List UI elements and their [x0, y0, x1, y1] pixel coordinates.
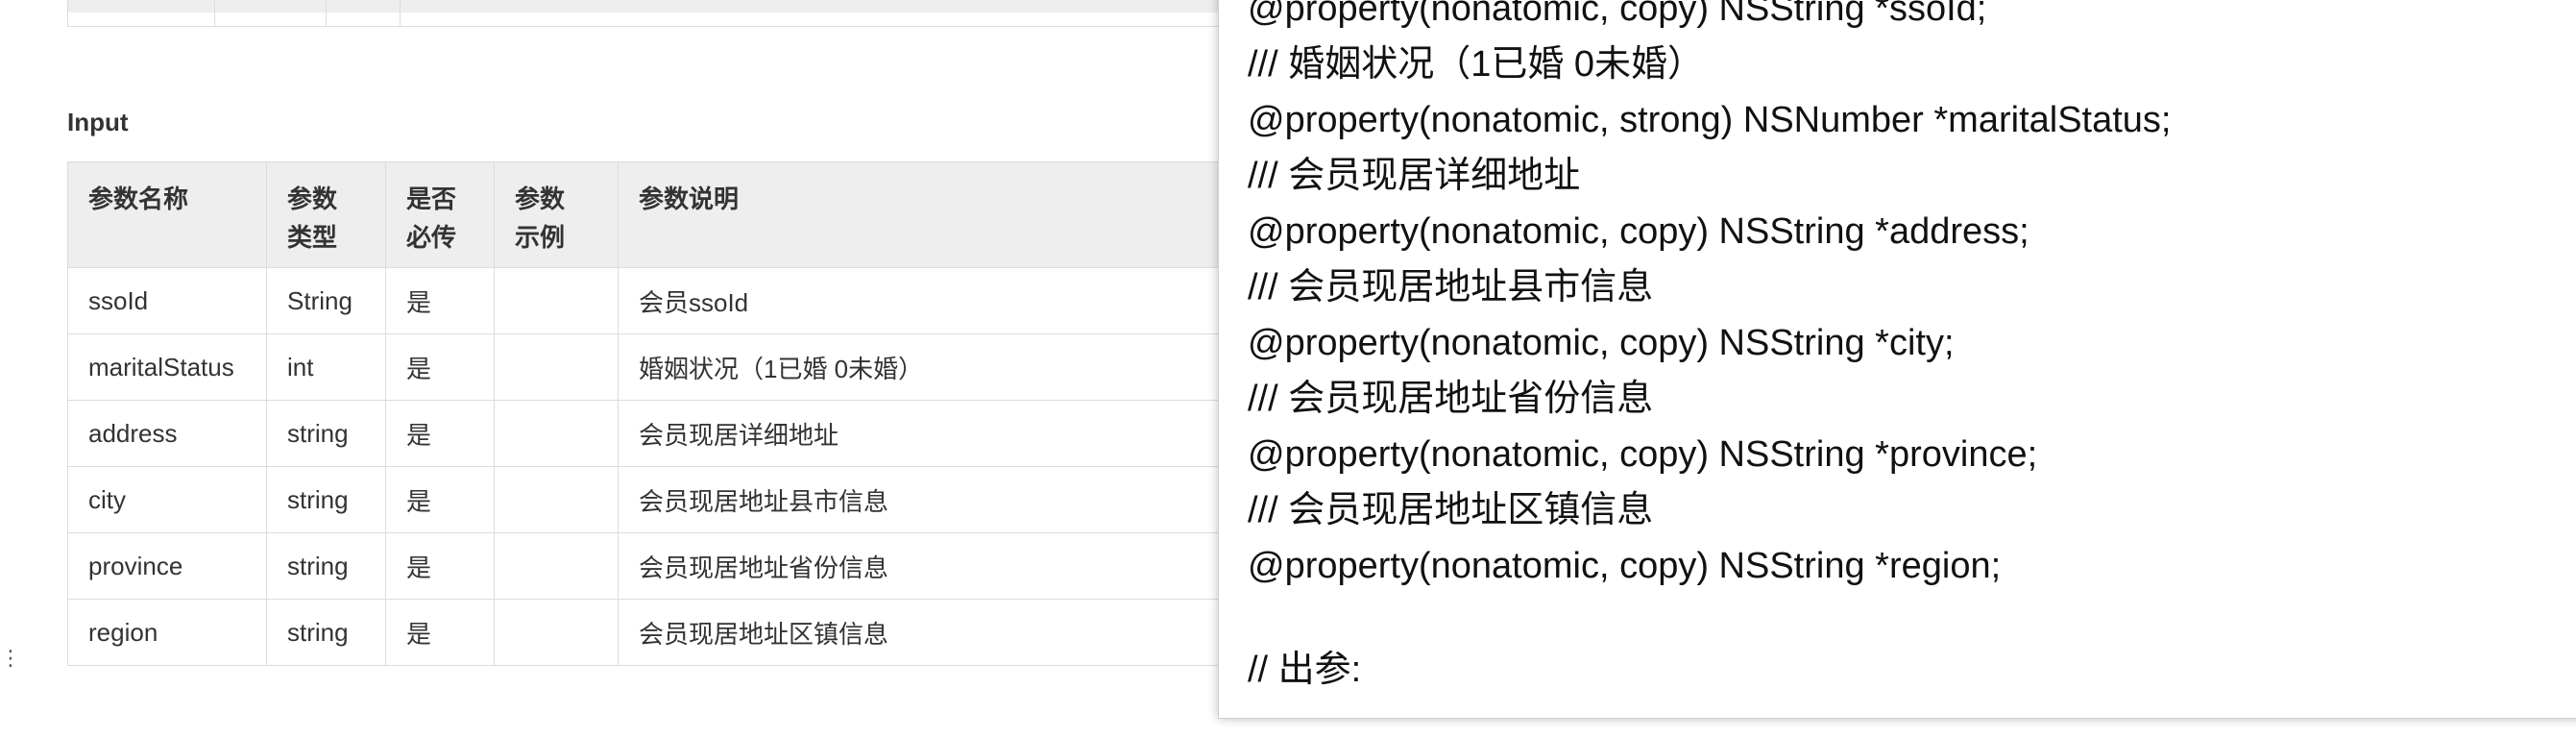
previous-table-remnant — [67, 0, 1246, 27]
cell-name: city — [67, 466, 267, 533]
cell-type: string — [266, 599, 386, 666]
cell-desc: 婚姻状况（1已婚 0未婚） — [618, 333, 1274, 401]
code-line: // 出参: — [1248, 650, 1362, 690]
cell-required: 是 — [385, 532, 495, 600]
drag-handle-icon[interactable]: ⋮ — [0, 648, 21, 669]
cell-required: 是 — [385, 466, 495, 533]
cell-name: ssoId — [67, 267, 267, 334]
cell-name: province — [67, 532, 267, 600]
cell-name: address — [67, 400, 267, 467]
cell-name: region — [67, 599, 267, 666]
previous-table-header-band — [68, 0, 1246, 12]
header-param-type: 参数 类型 — [266, 161, 386, 268]
page: Input 参数名称 参数 类型 是否 必传 参数 示例 参数说明 ssoId … — [0, 0, 2576, 738]
cell-example — [494, 532, 619, 600]
code-line: /// 会员现居详细地址 — [1248, 156, 1581, 196]
previous-table-column-divider — [400, 0, 401, 26]
cell-type: String — [266, 267, 386, 334]
table-row: province string 是 会员现居地址省份信息 — [67, 532, 1274, 600]
input-params-table: 参数名称 参数 类型 是否 必传 参数 示例 参数说明 ssoId String… — [67, 161, 1274, 666]
cell-desc: 会员ssoId — [618, 267, 1274, 334]
cell-desc: 会员现居详细地址 — [618, 400, 1274, 467]
code-line: /// 会员现居地址县市信息 — [1248, 267, 1654, 308]
previous-table-column-divider — [326, 0, 327, 26]
table-row: address string 是 会员现居详细地址 — [67, 400, 1274, 467]
code-line: @property(nonatomic, copy) NSString *sso… — [1248, 0, 1987, 29]
code-line: @property(nonatomic, copy) NSString *cit… — [1248, 323, 1955, 363]
cell-type: int — [266, 333, 386, 401]
cell-type: string — [266, 400, 386, 467]
cell-name: maritalStatus — [67, 333, 267, 401]
cell-desc: 会员现居地址县市信息 — [618, 466, 1274, 533]
header-param-name: 参数名称 — [67, 161, 267, 268]
cell-example — [494, 400, 619, 467]
cell-required: 是 — [385, 333, 495, 401]
code-block: @property(nonatomic, copy) NSString *sso… — [1248, 0, 2172, 698]
code-line: @property(nonatomic, strong) NSNumber *m… — [1248, 100, 2172, 140]
cell-required: 是 — [385, 400, 495, 467]
cell-example — [494, 267, 619, 334]
code-line: @property(nonatomic, copy) NSString *reg… — [1248, 546, 2002, 586]
table-row: region string 是 会员现居地址区镇信息 — [67, 599, 1274, 666]
table-row: city string 是 会员现居地址县市信息 — [67, 466, 1274, 533]
code-line: /// 会员现居地址省份信息 — [1248, 379, 1654, 419]
header-param-desc: 参数说明 — [618, 161, 1274, 268]
cell-example — [494, 333, 619, 401]
cell-example — [494, 466, 619, 533]
header-param-example: 参数 示例 — [494, 161, 619, 268]
cell-required: 是 — [385, 267, 495, 334]
cell-example — [494, 599, 619, 666]
cell-type: string — [266, 532, 386, 600]
code-line: /// 婚姻状况（1已婚 0未婚） — [1248, 44, 1705, 85]
table-header-row: 参数名称 参数 类型 是否 必传 参数 示例 参数说明 — [67, 161, 1274, 268]
table-row: ssoId String 是 会员ssoId — [67, 267, 1274, 334]
cell-required: 是 — [385, 599, 495, 666]
cell-desc: 会员现居地址省份信息 — [618, 532, 1274, 600]
cell-type: string — [266, 466, 386, 533]
code-line: /// 会员现居地址区镇信息 — [1248, 490, 1654, 530]
cell-desc: 会员现居地址区镇信息 — [618, 599, 1274, 666]
code-line: @property(nonatomic, copy) NSString *pro… — [1248, 434, 2038, 475]
table-row: maritalStatus int 是 婚姻状况（1已婚 0未婚） — [67, 333, 1274, 401]
section-title-input: Input — [67, 108, 129, 136]
code-popup-panel: @property(nonatomic, copy) NSString *sso… — [1218, 0, 2576, 719]
code-line: @property(nonatomic, copy) NSString *add… — [1248, 211, 2029, 252]
header-param-required: 是否 必传 — [385, 161, 495, 268]
previous-table-column-divider — [214, 0, 215, 26]
